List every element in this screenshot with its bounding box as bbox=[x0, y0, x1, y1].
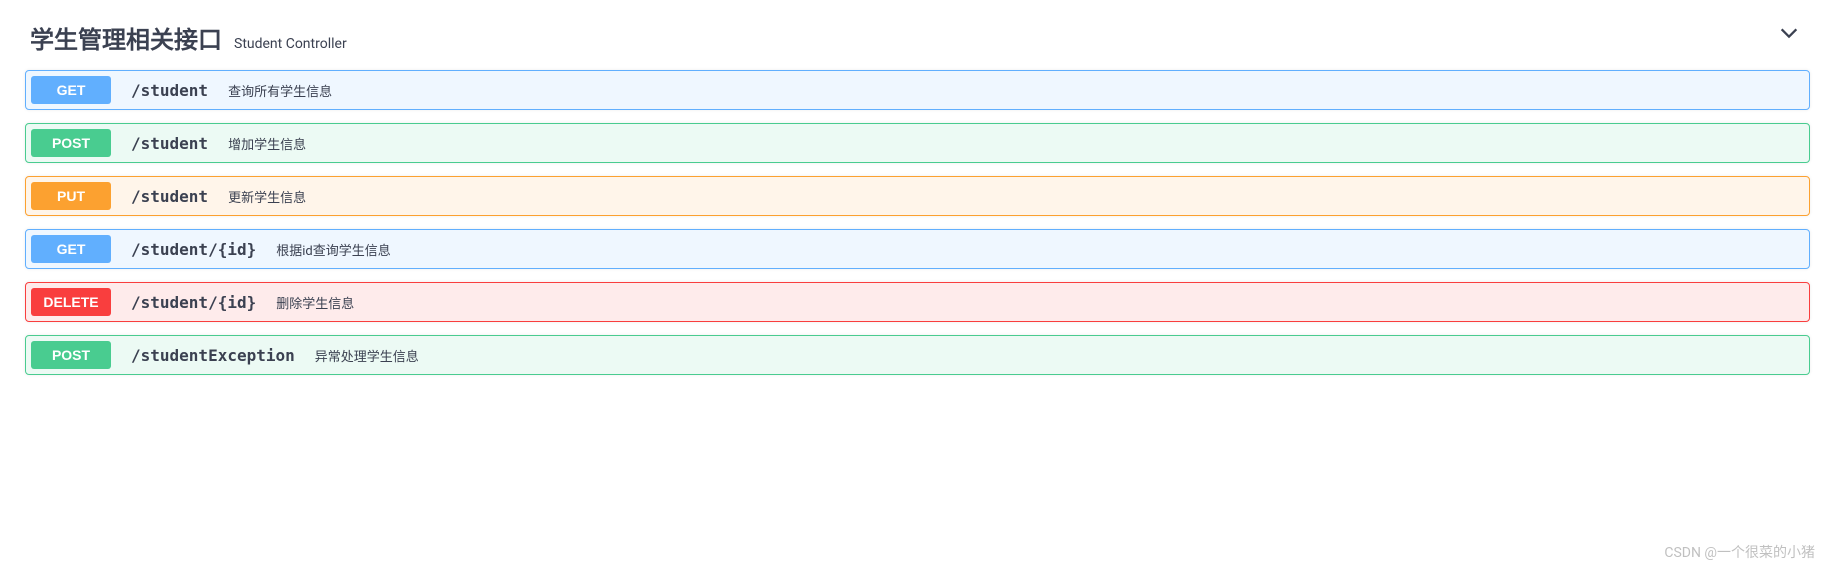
operation-summary: GET /student/{id} 根据id查询学生信息 bbox=[26, 230, 1809, 268]
operation-summary: GET /student 查询所有学生信息 bbox=[26, 71, 1809, 109]
operation-path: /student/{id} bbox=[121, 293, 266, 312]
operation-summary: POST /studentException 异常处理学生信息 bbox=[26, 336, 1809, 374]
controller-subtitle: Student Controller bbox=[234, 36, 347, 52]
controller-title: 学生管理相关接口 bbox=[30, 20, 222, 55]
operation-description: 异常处理学生信息 bbox=[305, 346, 429, 365]
operation-path: /student bbox=[121, 187, 218, 206]
operation-description: 查询所有学生信息 bbox=[218, 81, 342, 100]
operation-get-student-id[interactable]: GET /student/{id} 根据id查询学生信息 bbox=[25, 229, 1810, 269]
operation-description: 删除学生信息 bbox=[266, 293, 364, 312]
operation-description: 根据id查询学生信息 bbox=[266, 240, 401, 259]
operation-summary: DELETE /student/{id} 删除学生信息 bbox=[26, 283, 1809, 321]
operation-post-student[interactable]: POST /student 增加学生信息 bbox=[25, 123, 1810, 163]
method-badge: PUT bbox=[31, 182, 111, 210]
method-badge: POST bbox=[31, 341, 111, 369]
method-badge: DELETE bbox=[31, 288, 111, 316]
operation-summary: POST /student 增加学生信息 bbox=[26, 124, 1809, 162]
operation-summary: PUT /student 更新学生信息 bbox=[26, 177, 1809, 215]
operation-path: /student bbox=[121, 134, 218, 153]
operation-description: 增加学生信息 bbox=[218, 134, 316, 153]
controller-header[interactable]: 学生管理相关接口 Student Controller bbox=[0, 0, 1835, 70]
watermark: CSDN @一个很菜的小猪 bbox=[1664, 542, 1815, 562]
method-badge: GET bbox=[31, 76, 111, 104]
operation-put-student[interactable]: PUT /student 更新学生信息 bbox=[25, 176, 1810, 216]
method-badge: POST bbox=[31, 129, 111, 157]
operation-delete-student-id[interactable]: DELETE /student/{id} 删除学生信息 bbox=[25, 282, 1810, 322]
operation-description: 更新学生信息 bbox=[218, 187, 316, 206]
operation-post-student-exception[interactable]: POST /studentException 异常处理学生信息 bbox=[25, 335, 1810, 375]
operation-path: /student bbox=[121, 81, 218, 100]
operation-path: /studentException bbox=[121, 346, 305, 365]
operation-path: /student/{id} bbox=[121, 240, 266, 259]
operation-get-student[interactable]: GET /student 查询所有学生信息 bbox=[25, 70, 1810, 110]
chevron-down-icon bbox=[1778, 22, 1800, 48]
operations-list: GET /student 查询所有学生信息 POST /student 增加学生… bbox=[0, 70, 1835, 375]
method-badge: GET bbox=[31, 235, 111, 263]
